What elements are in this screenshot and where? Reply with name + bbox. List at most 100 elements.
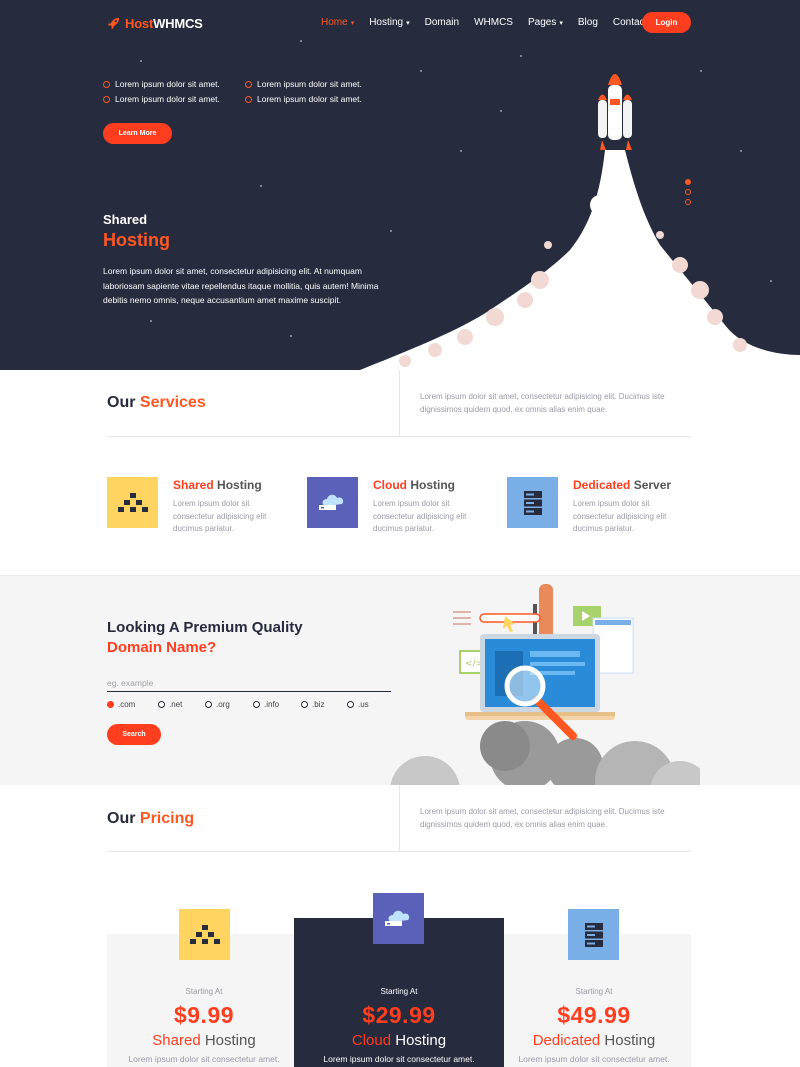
pricing-description: Lorem ipsum dolor sit amet, consectetur … [420, 807, 665, 829]
service-title-cloud[interactable]: Cloud Hosting [373, 478, 455, 492]
plan-name-accent: Dedicated [532, 1032, 601, 1049]
service-title-rest: Hosting [407, 478, 455, 492]
service-title-rest: Hosting [213, 478, 262, 492]
radio-icon [158, 701, 165, 708]
service-title-shared[interactable]: Shared Hosting [173, 478, 262, 492]
service-card-shared-icon-box [107, 477, 158, 528]
feature-check-item: Lorem ipsum dolor sit amet. [103, 94, 220, 104]
plan-name-accent: Cloud [351, 1032, 392, 1049]
star-decoration [300, 40, 302, 42]
starting-at-label: Starting At [185, 987, 223, 996]
nav-hosting[interactable]: Hosting ▾ [369, 17, 409, 28]
nav-home[interactable]: Home ▾ [321, 17, 354, 28]
divider [107, 851, 691, 852]
tld-option-info[interactable]: .info [253, 700, 279, 709]
service-title-dedicated[interactable]: Dedicated Server [573, 478, 671, 492]
domain-search-button[interactable]: Search [107, 724, 161, 745]
tld-option-us[interactable]: .us [347, 700, 369, 709]
hero-title-line2: Hosting [103, 230, 170, 250]
domain-title-line2: Domain Name? [107, 639, 217, 656]
nav-whmcs-label: WHMCS [474, 17, 513, 28]
brand-name-whmcs: WHMCS [153, 15, 203, 31]
services-title-b: Services [139, 394, 206, 411]
check-circle-icon [245, 95, 252, 103]
rocket-logo-icon [107, 17, 120, 29]
nav-home-label: Home [321, 17, 348, 28]
plan-name-rest: Hosting [391, 1032, 447, 1049]
feature-check-text: Lorem ipsum dolor sit amet. [257, 94, 362, 104]
star-decoration [140, 60, 142, 62]
feature-check-text: Lorem ipsum dolor sit amet. [257, 79, 362, 89]
pyramid-icon [189, 924, 220, 944]
nav-hosting-label: Hosting [369, 17, 404, 28]
brand-logo[interactable]: HostWHMCS [107, 15, 203, 31]
plan-description: Lorem ipsum dolor sit consectetur amet. [323, 1054, 475, 1064]
plan-name-rest: Hosting [200, 1032, 256, 1049]
learn-more-button[interactable]: Learn More [103, 123, 172, 144]
check-circle-icon [245, 80, 252, 88]
starting-at-label: Starting At [380, 987, 418, 996]
radio-selected-icon [107, 701, 114, 708]
pricing-title-a: Our [107, 810, 140, 827]
services-title-a: Our [107, 394, 140, 411]
tld-option-org[interactable]: .org [205, 700, 230, 709]
plan-description: Lorem ipsum dolor sit consectetur amet. [518, 1054, 670, 1064]
domain-search-input[interactable] [107, 675, 391, 692]
pyramid-icon [117, 492, 148, 512]
divider [399, 370, 400, 436]
brand-name-host: Host [125, 15, 154, 31]
tld-option-biz[interactable]: .biz [301, 700, 324, 709]
plan-price: $49.99 [557, 1002, 631, 1028]
pricing-icon-box [179, 909, 230, 960]
tld-label: .us [358, 700, 369, 709]
domain-title-line1: Looking A Premium Quality [107, 619, 303, 636]
chevron-down-icon: ▾ [406, 19, 410, 27]
main-nav: Home ▾ Hosting ▾ Domain WHMCS Pages ▾ Blog … [321, 17, 662, 28]
server-rack-icon [523, 490, 542, 515]
hero-section: HostWHMCS Home ▾ Hosting ▾ Domain WHMCS Pa… [0, 0, 800, 370]
domain-search-section: Looking A Premium Quality Domain Name? .… [0, 575, 800, 785]
nav-blog-label: Blog [577, 17, 598, 28]
hero-title-line1: Shared [103, 212, 148, 227]
nav-blog[interactable]: Blog [578, 17, 598, 28]
radio-icon [253, 701, 260, 708]
tld-option-net[interactable]: .net [158, 700, 182, 709]
service-title-accent: Shared [173, 478, 214, 492]
tld-label: .org [216, 700, 230, 709]
login-button[interactable]: Login [642, 12, 691, 33]
tld-label: .com [118, 700, 136, 709]
rocket-launch-illustration [360, 74, 800, 370]
service-card-cloud-icon-box [307, 477, 358, 528]
pricing-icon-box [373, 893, 424, 944]
tld-label: .biz [312, 700, 325, 709]
tld-option-com[interactable]: .com [107, 700, 135, 709]
nav-domain[interactable]: Domain [425, 17, 459, 28]
server-rack-icon [584, 922, 603, 947]
plan-name-rest: Hosting [600, 1032, 656, 1049]
tld-label: .info [264, 700, 280, 709]
plan-description: Lorem ipsum dolor sit consectetur amet. [128, 1054, 280, 1064]
plan-price: $29.99 [362, 1002, 436, 1028]
radio-icon [205, 701, 212, 708]
divider [399, 785, 400, 851]
service-description: Lorem ipsum dolor sit consectetur adipis… [573, 499, 667, 533]
cloud-server-icon [318, 494, 343, 510]
plan-name-accent: Shared [152, 1032, 201, 1049]
nav-pages[interactable]: Pages ▾ [528, 17, 563, 28]
nav-whmcs[interactable]: WHMCS [474, 17, 513, 28]
service-description: Lorem ipsum dolor sit consectetur adipis… [173, 499, 267, 533]
services-title: Our Services [107, 394, 206, 412]
check-circle-icon [103, 95, 110, 103]
divider [107, 436, 691, 437]
service-title-accent: Cloud [373, 478, 407, 492]
star-decoration [260, 185, 262, 187]
cloud-server-icon [384, 910, 409, 926]
chevron-down-icon: ▾ [559, 19, 563, 27]
plan-name: Shared Hosting [106, 1032, 302, 1049]
nav-pages-label: Pages [527, 17, 557, 28]
service-description: Lorem ipsum dolor sit consectetur adipis… [373, 499, 467, 533]
service-title-rest: Server [630, 478, 672, 492]
feature-check-item: Lorem ipsum dolor sit amet. [245, 79, 362, 89]
pricing-title: Our Pricing [107, 810, 194, 828]
radio-icon [301, 701, 308, 708]
